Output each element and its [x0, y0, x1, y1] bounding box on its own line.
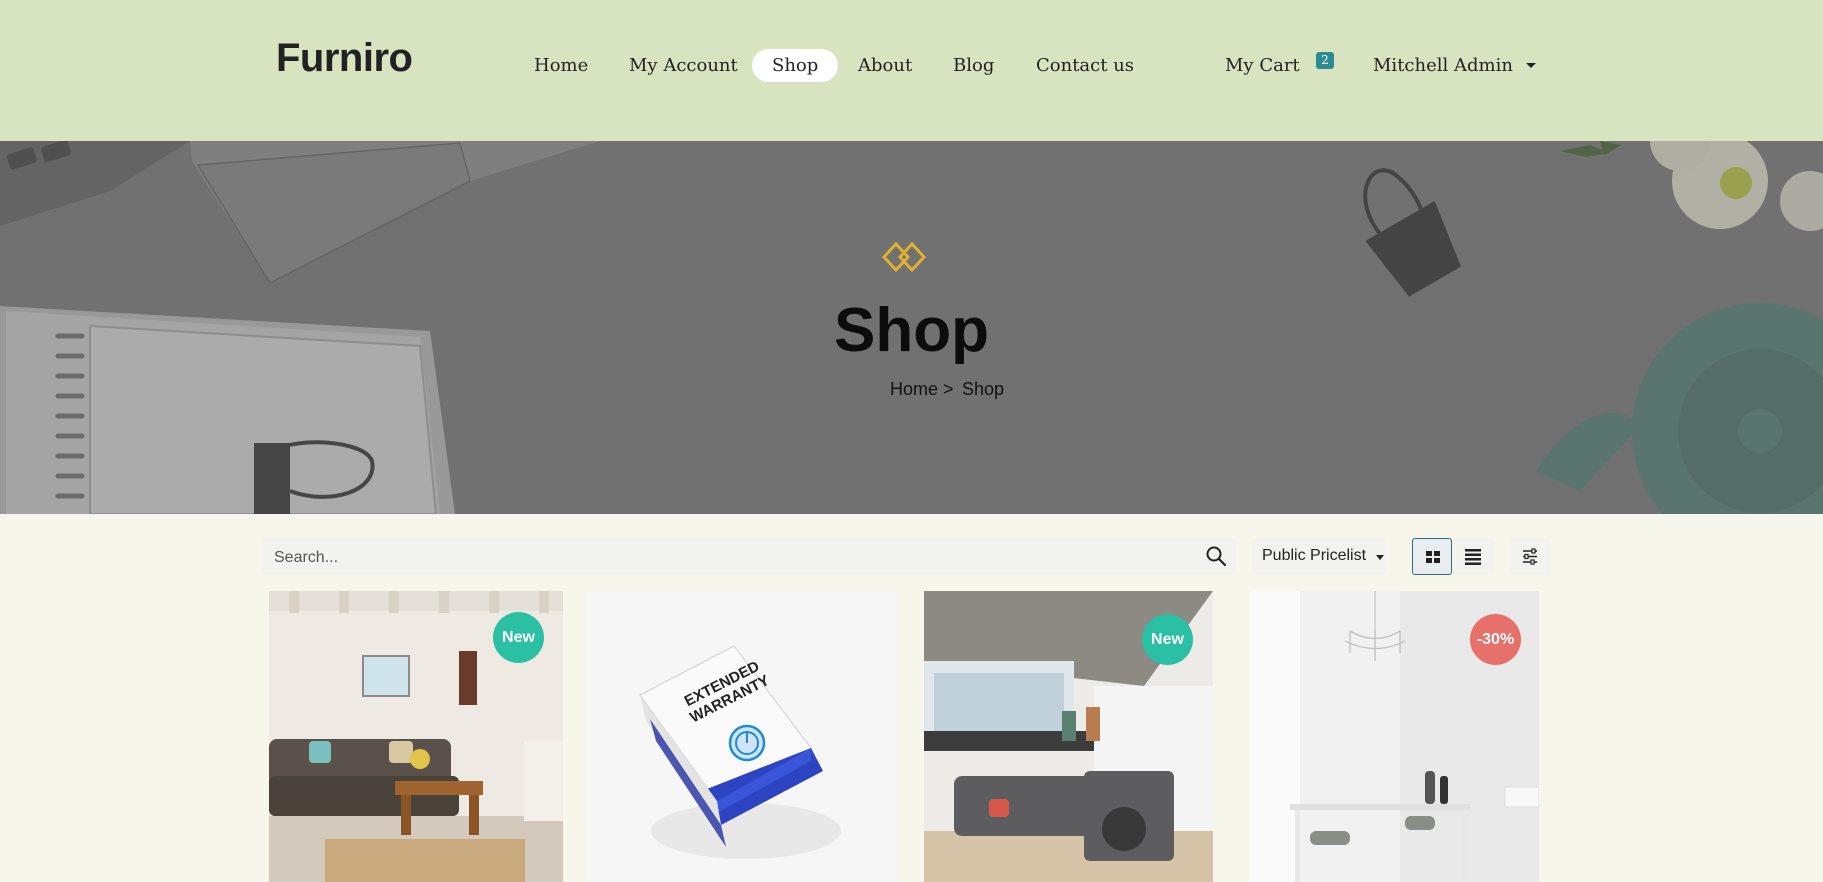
site-logo[interactable]: Furniro [276, 36, 413, 81]
product-search-bar [262, 538, 1236, 577]
product-card[interactable]: New [924, 591, 1213, 882]
product-card[interactable]: EXTENDEDWARRANTY [586, 591, 897, 882]
user-menu[interactable]: Mitchell Admin [1353, 49, 1533, 82]
nav-shop[interactable]: Shop [752, 49, 839, 82]
breadcrumb-current: Shop [962, 379, 1005, 399]
nav-blog[interactable]: Blog [933, 49, 1014, 82]
nav-contact-us[interactable]: Contact us [1016, 49, 1154, 82]
new-badge: New [1142, 614, 1193, 665]
search-icon[interactable] [1204, 544, 1228, 568]
breadcrumb-home[interactable]: Home > [890, 379, 954, 400]
user-menu-chevron-down-icon[interactable] [1526, 63, 1536, 68]
new-badge: New [493, 612, 544, 663]
pricelist-label: Public Pricelist [1262, 547, 1367, 564]
page-banner: Shop Home > Shop [0, 141, 1823, 514]
filter-button[interactable] [1510, 538, 1550, 575]
nav-about[interactable]: About [838, 49, 932, 82]
pricelist-dropdown[interactable]: Public Pricelist [1252, 538, 1386, 575]
grid-view-button[interactable] [1412, 538, 1452, 575]
sliders-icon [1523, 548, 1537, 565]
cart-count-badge: 2 [1316, 52, 1334, 69]
nav-home[interactable]: Home [514, 49, 608, 82]
discount-badge: -30% [1470, 614, 1521, 665]
nav-my-account[interactable]: My Account [609, 49, 758, 82]
chevron-down-icon [1376, 555, 1384, 560]
product-card[interactable]: New [269, 591, 563, 882]
product-image: EXTENDEDWARRANTY [586, 591, 897, 882]
page-title: Shop [834, 296, 989, 365]
search-input[interactable] [272, 538, 1176, 577]
my-cart-link[interactable]: My Cart [1205, 49, 1320, 82]
grid-icon [1426, 551, 1440, 563]
decorative-diamonds-icon [882, 241, 927, 273]
site-header: Furniro Home My Account Shop About Blog … [0, 0, 1823, 141]
product-card[interactable]: -30% [1250, 591, 1539, 882]
list-view-button[interactable] [1453, 538, 1493, 575]
list-icon [1465, 549, 1481, 565]
